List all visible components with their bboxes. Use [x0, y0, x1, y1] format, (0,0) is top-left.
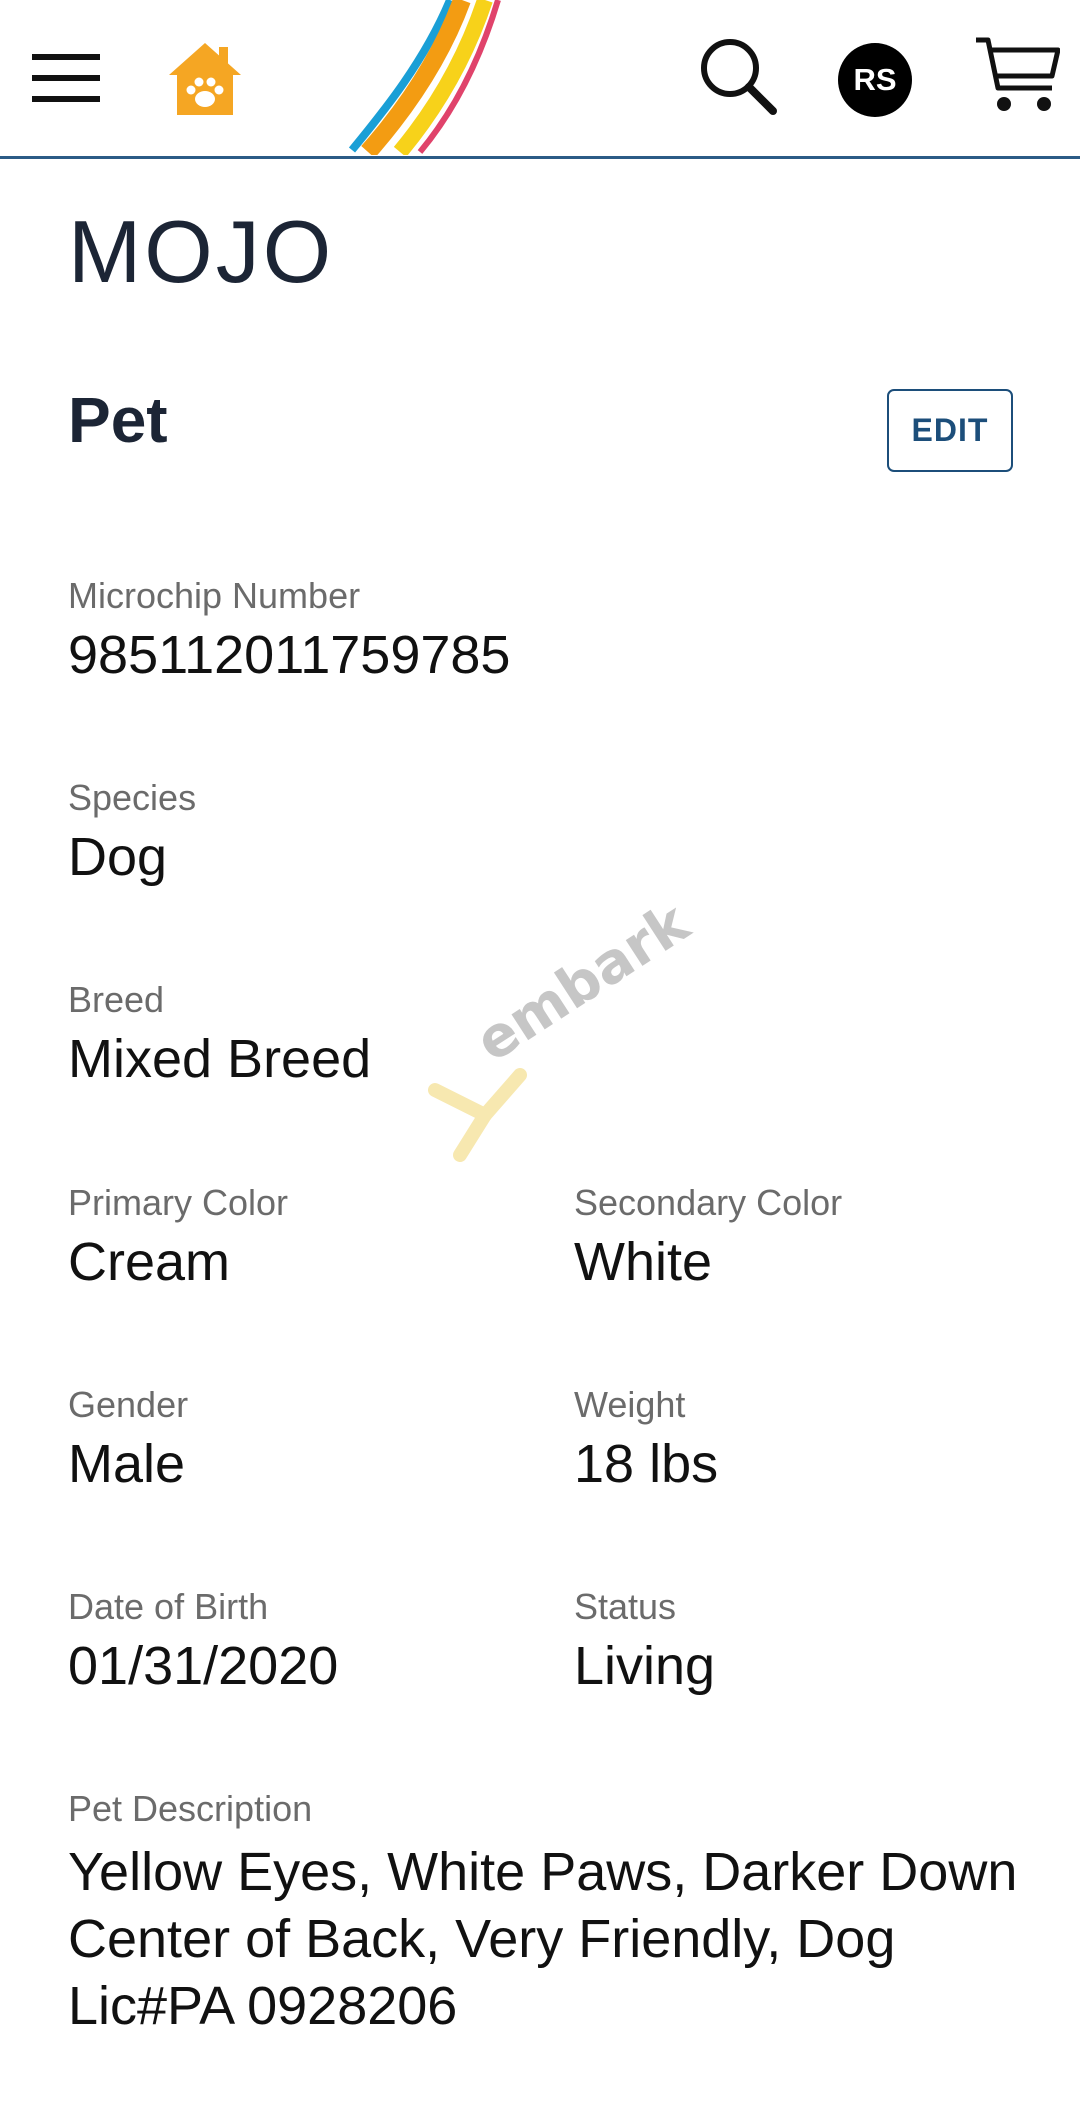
edit-button[interactable]: EDIT — [887, 389, 1013, 472]
field-value: 985112011759785 — [68, 625, 511, 686]
menu-icon[interactable] — [32, 52, 102, 104]
field-label: Species — [68, 777, 197, 818]
field-value: Living — [574, 1636, 716, 1697]
app-header: RS — [0, 0, 1080, 159]
field-primary-color: Primary Color Cream — [68, 1182, 288, 1297]
home-paw-icon[interactable] — [167, 41, 243, 117]
field-label: Weight — [574, 1384, 686, 1425]
field-status: Status Living — [574, 1586, 715, 1701]
field-value: Male — [68, 1434, 186, 1495]
field-value: Cream — [68, 1232, 231, 1293]
field-label: Pet Description — [68, 1788, 313, 1829]
field-label: Gender — [68, 1384, 189, 1425]
field-dob: Date of Birth 01/31/2020 — [68, 1586, 338, 1701]
field-label: Microchip Number — [68, 575, 361, 616]
field-value: Dog — [68, 827, 168, 888]
field-label: Status — [574, 1586, 677, 1627]
field-microchip: Microchip Number 985112011759785 — [68, 575, 510, 690]
field-value: 18 lbs — [574, 1434, 719, 1495]
field-species: Species Dog — [68, 777, 196, 892]
field-value: Mixed Breed — [68, 1029, 372, 1090]
field-value: 01/31/2020 — [68, 1636, 339, 1697]
field-secondary-color: Secondary Color White — [574, 1182, 842, 1297]
logo-stripes — [348, 0, 501, 155]
section-title: Pet — [68, 384, 168, 456]
field-label: Date of Birth — [68, 1586, 269, 1627]
field-breed: Breed Mixed Breed — [68, 979, 371, 1094]
field-value: White — [574, 1232, 713, 1293]
search-icon[interactable] — [698, 36, 778, 116]
cart-icon[interactable] — [974, 34, 1060, 116]
field-value: Yellow Eyes, White Paws, Darker Down Cen… — [68, 1842, 1018, 2037]
user-avatar[interactable]: RS — [838, 43, 912, 117]
field-weight: Weight 18 lbs — [574, 1384, 718, 1499]
field-gender: Gender Male — [68, 1384, 188, 1499]
field-label: Breed — [68, 979, 165, 1020]
field-label: Primary Color — [68, 1182, 289, 1223]
pet-name: MOJO — [68, 202, 335, 301]
field-label: Secondary Color — [574, 1182, 843, 1223]
field-description: Pet Description Yellow Eyes, White Paws,… — [68, 1788, 1028, 2040]
